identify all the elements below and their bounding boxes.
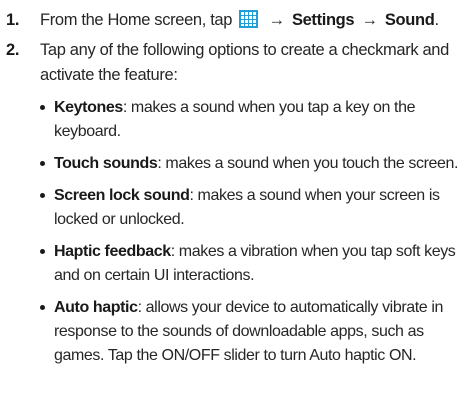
options-list: Keytones: makes a sound when you tap a k… — [40, 96, 467, 368]
apps-grid-icon — [239, 10, 259, 28]
bullet-dot — [40, 249, 45, 254]
step-1: 1. From the Home screen, tap → Settings … — [6, 8, 467, 33]
option-haptic-feedback: Haptic feedback: makes a vibration when … — [40, 240, 467, 288]
option-term: Keytones — [54, 99, 123, 116]
option-keytones: Keytones: makes a sound when you tap a k… — [40, 96, 467, 144]
option-term: Touch sounds — [54, 155, 158, 172]
option-auto-haptic: Auto haptic: allows your device to autom… — [40, 296, 467, 368]
period: . — [434, 11, 439, 29]
bullet-dot — [40, 305, 45, 310]
step-number: 2. — [6, 41, 20, 59]
step-number: 1. — [6, 11, 20, 29]
arrow-right-icon: → — [361, 11, 378, 29]
step-2: 2. Tap any of the following options to c… — [6, 38, 467, 368]
option-term: Haptic feedback — [54, 243, 171, 260]
option-touch-sounds: Touch sounds: makes a sound when you tou… — [40, 152, 467, 176]
bullet-dot — [40, 105, 45, 110]
menu-settings: Settings — [291, 11, 355, 29]
option-desc: : makes a sound when you touch the scree… — [157, 155, 459, 172]
bullet-dot — [40, 193, 45, 198]
bullet-dot — [40, 161, 45, 166]
instructions-page: 1. From the Home screen, tap → Settings … — [0, 0, 471, 396]
option-term: Screen lock sound — [54, 187, 190, 204]
menu-sound: Sound — [384, 11, 435, 29]
option-term: Auto haptic — [54, 299, 138, 316]
option-screen-lock-sound: Screen lock sound: makes a sound when yo… — [40, 184, 467, 232]
step-text: Tap any of the following options to crea… — [40, 41, 449, 84]
arrow-right-icon: → — [268, 11, 286, 29]
step-text: From the Home screen, tap — [40, 11, 233, 29]
